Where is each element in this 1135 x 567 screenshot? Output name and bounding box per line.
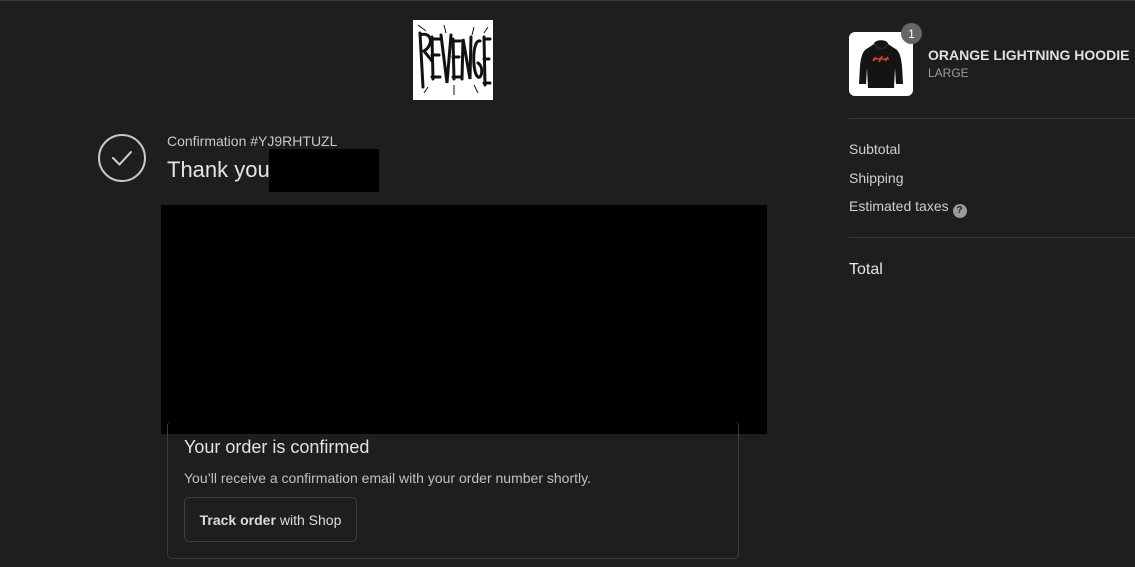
confirmation-number: Confirmation #YJ9RHTUZL: [167, 133, 338, 149]
estimated-taxes-label: Estimated taxes: [849, 198, 949, 214]
redacted-customer-name: [269, 149, 379, 192]
revenge-logo-icon: [417, 24, 492, 95]
thank-you-heading: Thank you: [167, 157, 270, 182]
summary-divider: [849, 118, 1135, 119]
with-shop-label: with Shop: [279, 511, 342, 528]
track-order-button[interactable]: Track order with Shop: [184, 497, 357, 542]
order-status-page: Confirmation #YJ9RHTUZL Thank you Your o…: [0, 0, 1135, 567]
quantity-badge: 1: [901, 23, 922, 44]
track-order-label: Track order: [199, 511, 276, 528]
product-thumbnail: [849, 32, 913, 96]
order-confirmed-description: You’ll receive a confirmation email with…: [184, 470, 591, 486]
product-variant: LARGE: [928, 66, 969, 80]
subtotal-label: Subtotal: [849, 141, 901, 157]
order-confirmed-check-icon: [98, 134, 146, 182]
help-icon[interactable]: ?: [952, 203, 967, 218]
summary-divider: [849, 237, 1135, 238]
total-label: Total: [849, 261, 883, 278]
product-name: ORANGE LIGHTNING HOODIE: [928, 47, 1130, 63]
hoodie-icon: [859, 40, 903, 88]
order-confirmed-title: Your order is confirmed: [184, 437, 370, 457]
store-logo[interactable]: [413, 20, 493, 100]
estimated-taxes-row: Estimated taxes?: [849, 198, 967, 218]
redacted-map-region: [161, 205, 767, 434]
shipping-label: Shipping: [849, 170, 904, 186]
